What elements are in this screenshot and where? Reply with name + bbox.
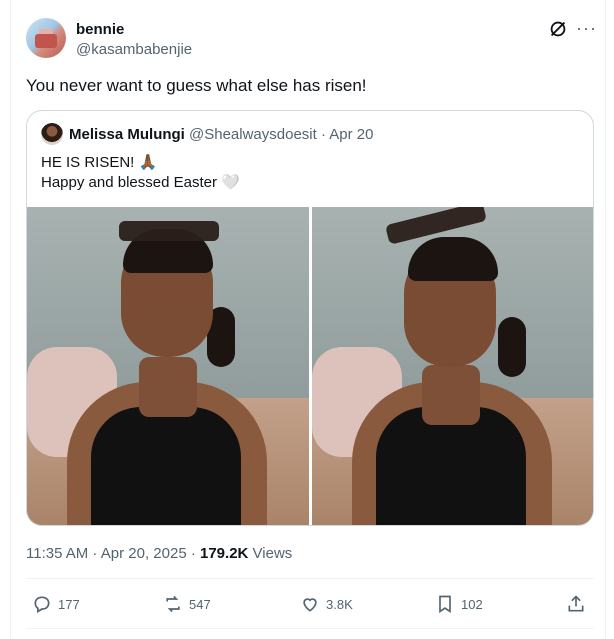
grok-icon[interactable]: [547, 18, 569, 40]
author-display-name[interactable]: bennie: [76, 21, 124, 38]
quoted-post[interactable]: Melissa Mulungi @Shealwaysdoesit · Apr 2…: [26, 110, 594, 526]
action-bar: 177 547 3.8K 102: [26, 590, 594, 620]
quoted-photo-1[interactable]: [27, 207, 309, 525]
more-icon[interactable]: ···: [576, 18, 597, 39]
quoted-display-name[interactable]: Melissa Mulungi: [69, 126, 185, 143]
repost-count: 547: [189, 596, 211, 612]
quoted-avatar[interactable]: [41, 123, 63, 145]
bookmark-count: 102: [461, 596, 483, 612]
post-text: You never want to guess what else has ri…: [26, 76, 367, 95]
author-avatar[interactable]: [26, 18, 66, 58]
quoted-text-line1: HE IS RISEN! 🙏🏾: [41, 154, 158, 171]
share-button[interactable]: [566, 594, 592, 614]
bookmark-button[interactable]: 102: [435, 594, 483, 614]
author-handle[interactable]: @kasambabenjie: [76, 41, 192, 58]
reply-icon: [34, 596, 50, 613]
repost-icon: [166, 595, 180, 613]
post-timestamp[interactable]: 11:35 AM · Apr 20, 2025 · 179.2K Views: [26, 545, 292, 562]
reply-count: 177: [58, 596, 80, 612]
bookmark-icon: [439, 595, 451, 614]
share-icon: [568, 595, 584, 612]
quoted-text-line2: Happy and blessed Easter 🤍: [41, 174, 240, 191]
quoted-meta[interactable]: @Shealwaysdoesit · Apr 20: [189, 126, 374, 143]
timestamp-date[interactable]: 11:35 AM · Apr 20, 2025 ·: [26, 545, 200, 562]
views-label: Views: [248, 545, 293, 562]
repost-button[interactable]: 547: [163, 594, 211, 614]
like-count: 3.8K: [326, 596, 353, 612]
reply-button[interactable]: 177: [32, 594, 80, 614]
quoted-photo-2[interactable]: [312, 207, 593, 525]
divider: [26, 578, 594, 579]
like-button[interactable]: 3.8K: [300, 594, 353, 614]
views-count: 179.2K: [200, 545, 249, 562]
like-icon: [303, 598, 317, 612]
divider-bottom: [26, 628, 594, 629]
